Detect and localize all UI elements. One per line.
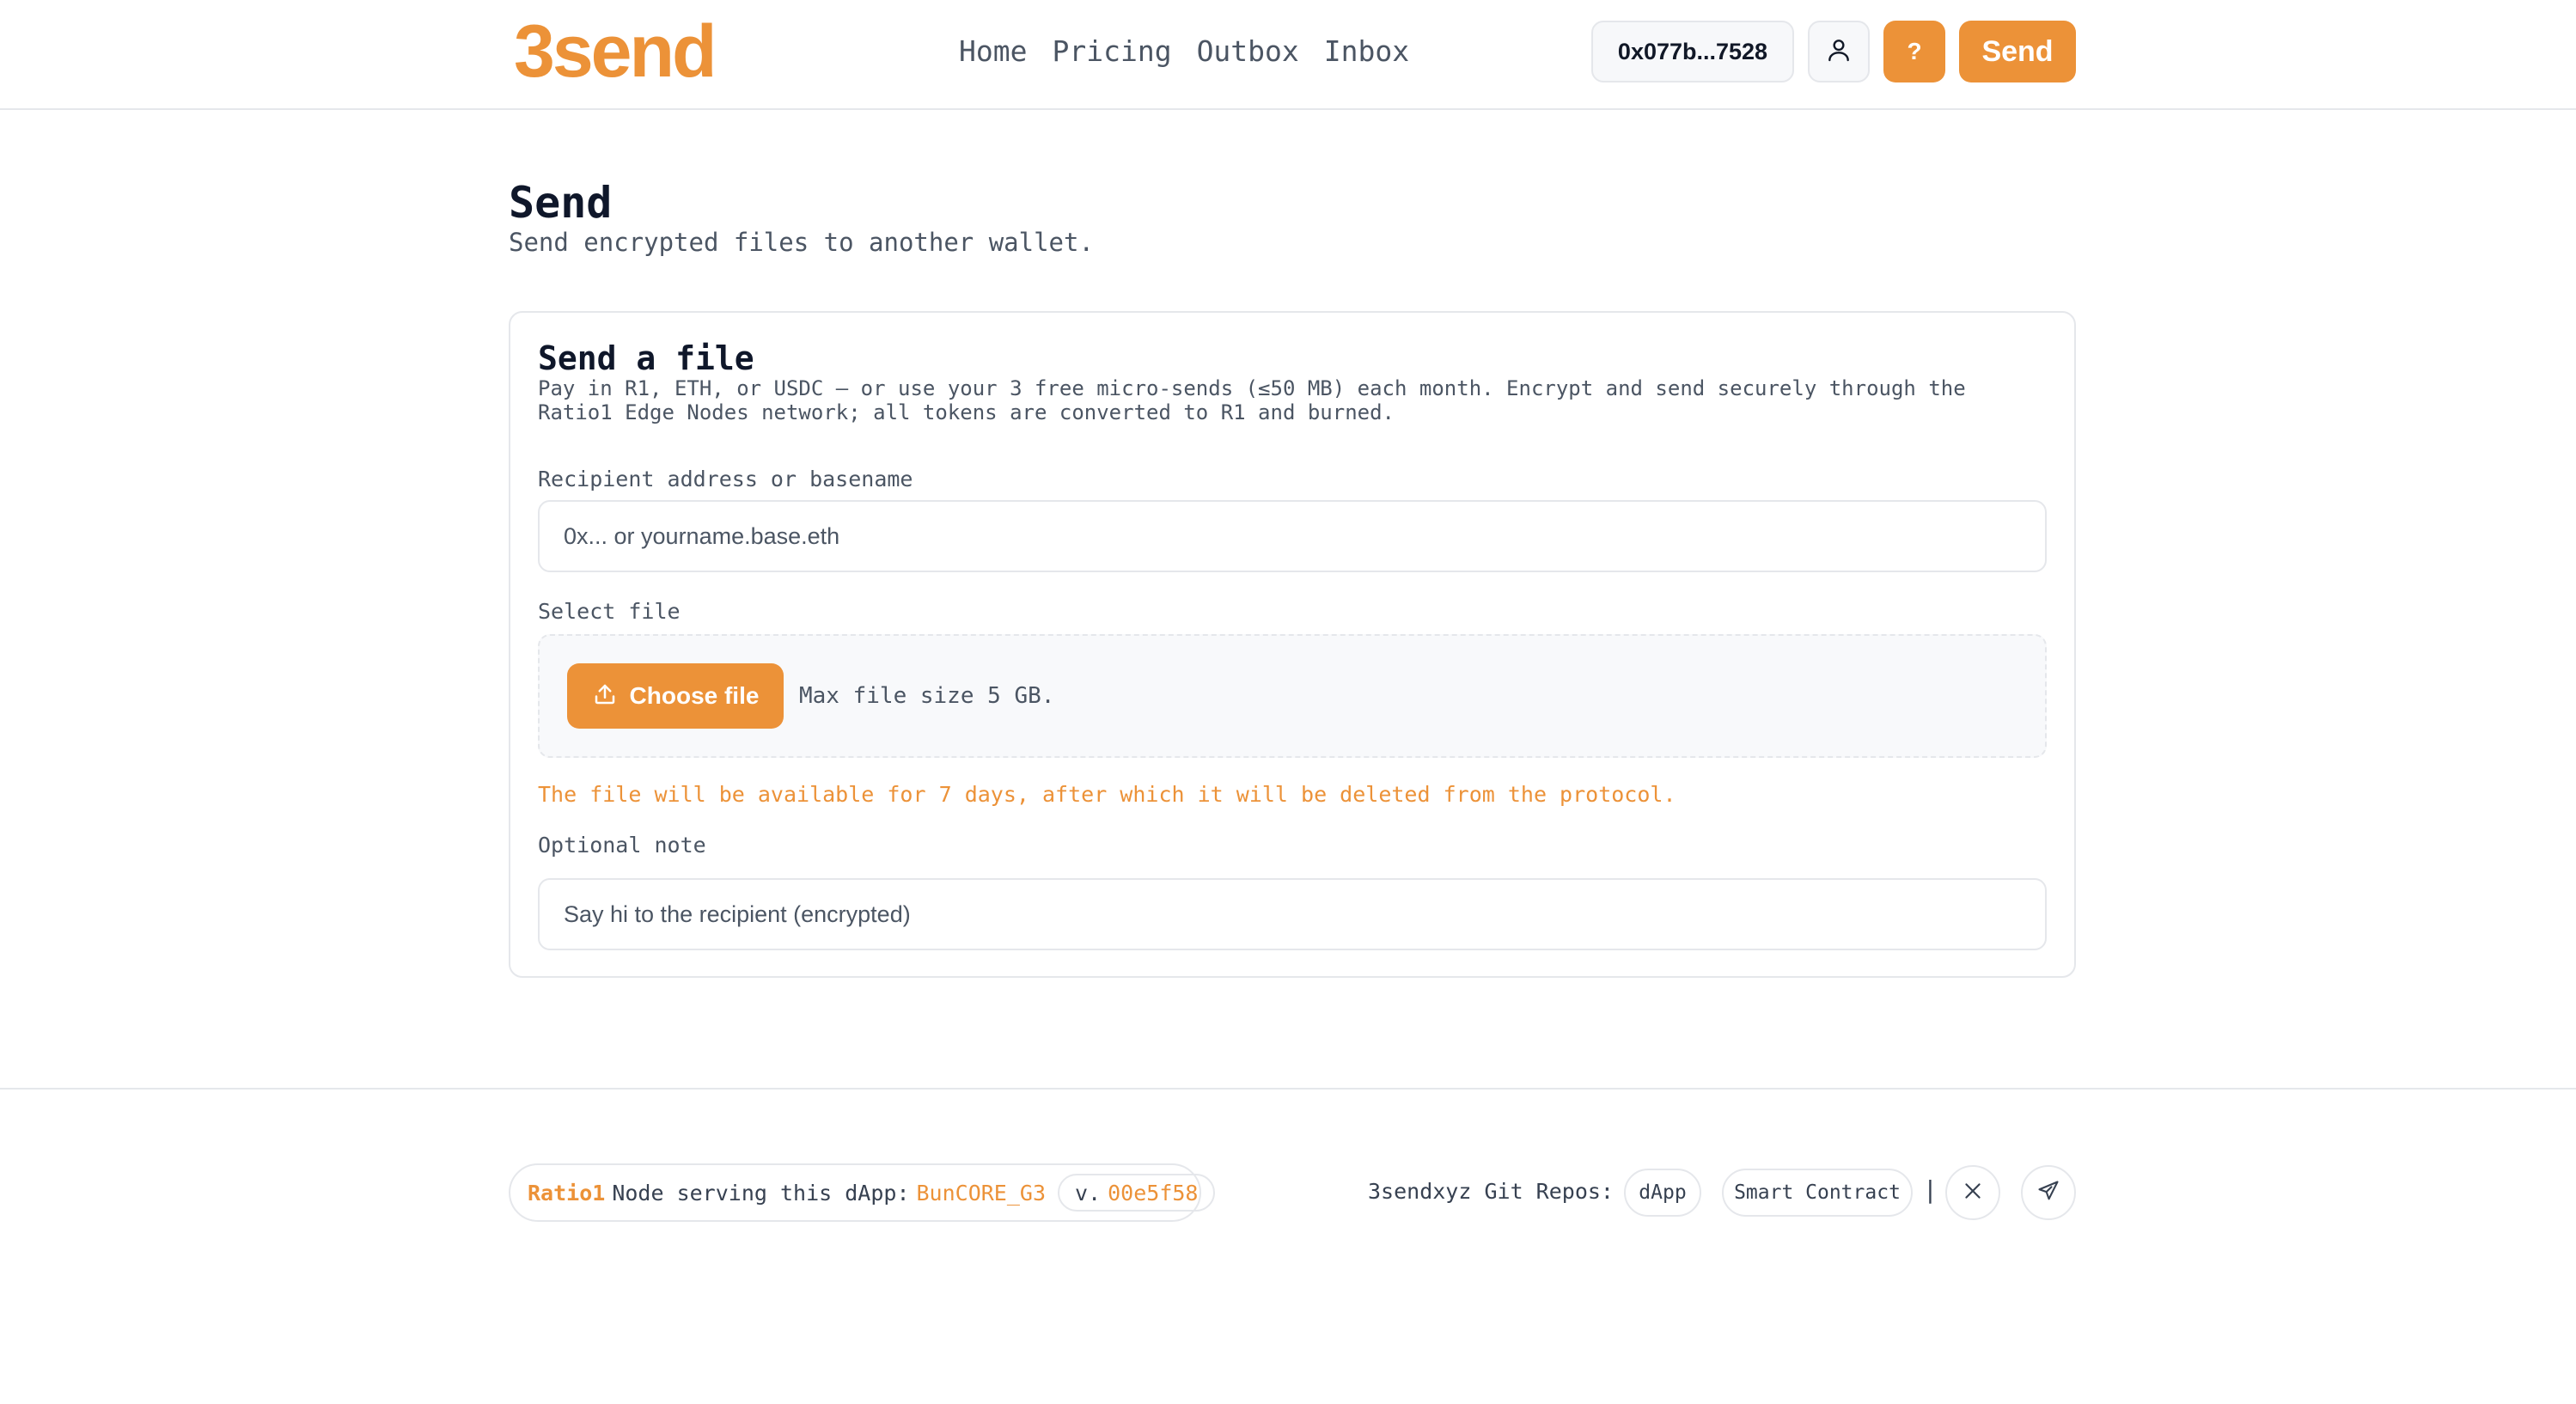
card-description: Pay in R1, ETH, or USDC — or use your 3 …	[538, 376, 1966, 424]
retention-notice: The file will be available for 7 days, a…	[538, 782, 1676, 807]
help-button[interactable]: ?	[1883, 21, 1945, 82]
x-social-link[interactable]	[1945, 1165, 2000, 1220]
version-hash: 00e5f58	[1108, 1180, 1199, 1206]
profile-button[interactable]	[1808, 21, 1870, 82]
help-label: ?	[1907, 38, 1922, 64]
git-repos-label: 3sendxyz Git Repos:	[1368, 1179, 1614, 1204]
telegram-icon	[2036, 1179, 2060, 1206]
page-subtitle: Send encrypted files to another wallet.	[509, 228, 1094, 257]
version-prefix: v.	[1075, 1180, 1102, 1206]
choose-file-button[interactable]: Choose file	[567, 663, 784, 729]
brand-logo[interactable]: 3send	[514, 15, 717, 89]
select-file-label: Select file	[538, 599, 681, 624]
ratio1-brand[interactable]: Ratio1	[528, 1181, 605, 1206]
card-title: Send a file	[538, 339, 754, 377]
wallet-address: 0x077b...7528	[1617, 38, 1768, 64]
footer-separator: |	[1923, 1175, 1938, 1204]
version-badge: v. 00e5f58	[1058, 1174, 1216, 1212]
send-file-card: Send a file Pay in R1, ETH, or USDC — or…	[509, 311, 2076, 978]
recipient-label: Recipient address or basename	[538, 467, 913, 491]
footer-divider	[0, 1088, 2576, 1090]
upload-icon	[592, 681, 618, 711]
nav-pricing[interactable]: Pricing	[1052, 31, 1171, 72]
choose-file-label: Choose file	[629, 682, 760, 709]
recipient-input[interactable]	[538, 500, 2047, 572]
user-icon	[1825, 36, 1853, 67]
telegram-social-link[interactable]	[2021, 1165, 2076, 1220]
repo-link-dapp[interactable]: dApp	[1624, 1169, 1701, 1217]
repo-link-smart-contract[interactable]: Smart Contract	[1722, 1169, 1913, 1217]
main-nav: Home Pricing Outbox Inbox	[959, 31, 1434, 72]
node-info-badge: Ratio1 Node serving this dApp: BunCORE_G…	[509, 1163, 1216, 1222]
node-name: BunCORE_G3	[916, 1180, 1047, 1206]
page-title: Send	[509, 178, 613, 228]
note-input[interactable]	[538, 878, 2047, 950]
file-dropzone[interactable]: Choose file Max file size 5 GB.	[538, 634, 2047, 758]
node-serving-text: Node serving this dApp:	[612, 1180, 910, 1206]
top-navbar: 3send Home Pricing Outbox Inbox 0x077b..…	[0, 0, 2576, 110]
x-icon	[1962, 1180, 1984, 1206]
optional-note-label: Optional note	[538, 833, 706, 858]
nav-home[interactable]: Home	[959, 31, 1027, 72]
nav-outbox[interactable]: Outbox	[1197, 31, 1299, 72]
max-file-size-hint: Max file size 5 GB.	[799, 683, 1055, 709]
nav-inbox[interactable]: Inbox	[1324, 31, 1409, 72]
send-nav-label: Send	[1981, 34, 2054, 68]
send-nav-button[interactable]: Send	[1959, 21, 2076, 82]
logo-text: 3send	[514, 10, 717, 93]
wallet-address-button[interactable]: 0x077b...7528	[1591, 21, 1794, 82]
